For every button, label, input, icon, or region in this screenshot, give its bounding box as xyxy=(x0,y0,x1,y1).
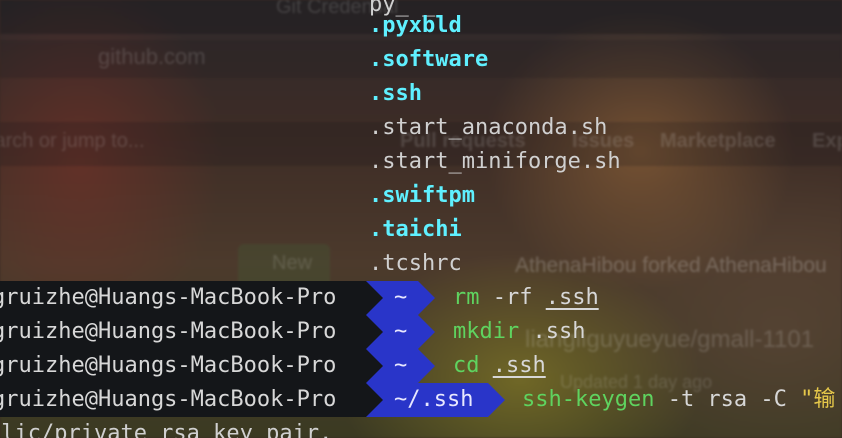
prompt-arrow-icon xyxy=(418,349,435,383)
prompt-user-segment: gruizhe@Huangs-MacBook-Pro xyxy=(0,383,366,417)
ls-entry: .taichi xyxy=(369,217,462,242)
prompt-arrow-icon xyxy=(488,383,505,417)
command-path: .ssh xyxy=(545,285,599,310)
command-output-line: blic/private rsa key pair. xyxy=(0,421,333,438)
ls-entry: .swiftpm xyxy=(369,183,475,208)
prompt-user-segment: gruizhe@Huangs-MacBook-Pro xyxy=(0,281,366,315)
prompt-user-segment: gruizhe@Huangs-MacBook-Pro xyxy=(0,315,366,349)
command-name: rm xyxy=(453,285,480,310)
ls-entry: .software xyxy=(369,47,489,72)
prompt-line: gruizhe@Huangs-MacBook-Pro ~ cd .ssh xyxy=(0,349,842,383)
command-name: ssh-keygen xyxy=(522,387,655,412)
command-string: "输 xyxy=(800,387,836,412)
prompt-separator-icon xyxy=(366,349,383,383)
command-args: -t rsa -C xyxy=(654,387,801,412)
prompt-arrow-icon xyxy=(418,315,435,349)
prompt-separator-icon xyxy=(366,315,383,349)
prompt-separator-icon xyxy=(366,281,383,315)
command-args: -rf xyxy=(479,285,546,310)
ls-entry: .ssh xyxy=(369,81,422,106)
command-name: mkdir xyxy=(453,319,520,344)
command-path: .ssh xyxy=(492,353,546,378)
prompt-line: gruizhe@Huangs-MacBook-Pro ~ mkdir .ssh xyxy=(0,315,842,349)
command-args xyxy=(480,353,493,378)
prompt-dir-segment: ~/.ssh xyxy=(366,383,488,417)
prompt-user-segment: gruizhe@Huangs-MacBook-Pro xyxy=(0,349,366,383)
ls-entry: .pyxbld xyxy=(369,13,462,38)
terminal-window[interactable]: py_ _ .pyxbld .software .ssh .start_anac… xyxy=(0,0,842,438)
command-name: cd xyxy=(453,353,480,378)
command-args: .ssh xyxy=(519,319,586,344)
prompt-separator-icon xyxy=(366,383,383,417)
prompt-line: gruizhe@Huangs-MacBook-Pro ~ rm -rf .ssh xyxy=(0,281,842,315)
ls-entry: .tcshrc xyxy=(369,251,462,276)
ls-entry: .start_anaconda.sh xyxy=(369,115,608,140)
prompt-arrow-icon xyxy=(418,281,435,315)
ls-entry: .start_miniforge.sh xyxy=(369,149,621,174)
prompt-line: gruizhe@Huangs-MacBook-Pro ~/.ssh ssh-ke… xyxy=(0,383,842,417)
